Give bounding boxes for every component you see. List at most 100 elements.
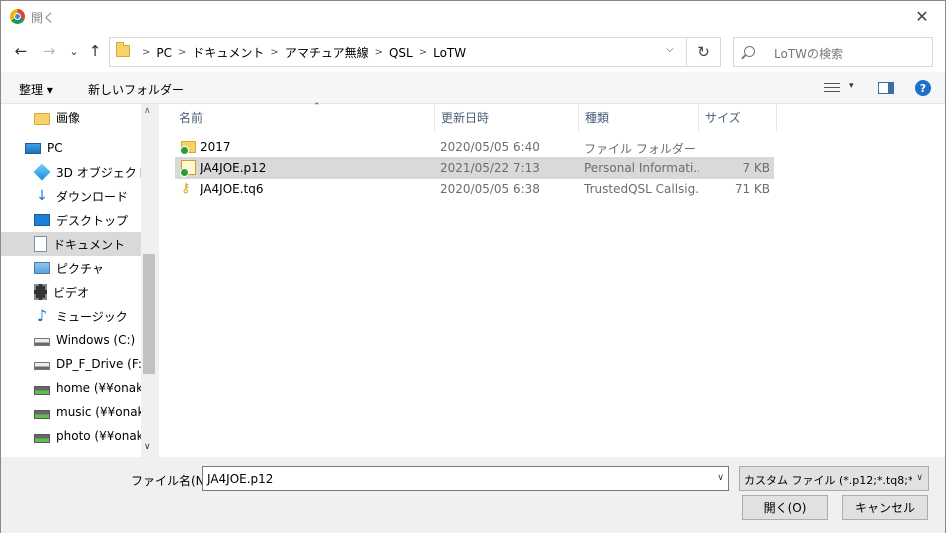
breadcrumb-separator: > <box>178 47 187 58</box>
pc-icon <box>25 142 41 154</box>
3d-objects-icon <box>33 163 51 181</box>
file-type: Personal Informati... <box>584 161 699 175</box>
dialog-footer: ファイル名(N): JA4JOE.p12 ∨ カスタム ファイル (*.p12;… <box>1 457 945 533</box>
chevron-down-icon[interactable]: ⌵ <box>666 44 674 55</box>
sidebar-item-label: 3D オブジェクト <box>56 165 141 180</box>
navigation-scrollbar[interactable]: ∧ ∨ <box>141 104 157 457</box>
scroll-up-icon[interactable]: ∧ <box>144 106 151 116</box>
breadcrumb-qsl[interactable]: QSL <box>389 46 413 60</box>
breadcrumb-lotw[interactable]: LoTW <box>433 46 466 60</box>
sidebar-item-home-share[interactable]: home (¥¥onaka_ <box>1 376 141 400</box>
breadcrumb-separator: > <box>270 47 279 58</box>
sidebar-item-dp-f-drive[interactable]: DP_F_Drive (F:) <box>1 352 141 376</box>
folder-icon <box>180 141 196 155</box>
view-dropdown-button[interactable]: ▾ <box>849 81 854 91</box>
recent-locations-button[interactable]: ⌄ <box>63 40 85 62</box>
documents-icon <box>34 236 47 252</box>
sidebar-item-label: Windows (C:) <box>56 333 136 347</box>
scrollbar-thumb[interactable] <box>143 254 155 374</box>
command-toolbar: 整理 ▾ 新しいフォルダー ▾ ? <box>1 72 945 104</box>
file-size: 7 KB <box>742 161 770 175</box>
sidebar-item-pictures-quick[interactable]: 画像 <box>1 105 141 129</box>
refresh-button[interactable]: ↻ <box>687 37 721 67</box>
file-row-ja4joe-tq6[interactable]: ⚷ JA4JOE.tq6 2020/05/05 6:38 TrustedQSL … <box>175 178 774 200</box>
navigation-bar: ← → ⌄ ↑ > PC > ドキュメント > アマチュア無線 > QSL > … <box>1 32 945 72</box>
sidebar-item-videos[interactable]: ビデオ <box>1 280 141 304</box>
sidebar-item-label: ミュージック <box>56 309 128 324</box>
key-icon: ⚷ <box>181 181 191 196</box>
breadcrumb-separator: > <box>374 47 383 58</box>
breadcrumb: > PC > ドキュメント > アマチュア無線 > QSL > LoTW <box>136 44 466 61</box>
sidebar-item-music[interactable]: ♪ ミュージック <box>1 304 141 328</box>
column-header-name[interactable]: 名前 ⌃ <box>173 102 435 131</box>
cancel-button[interactable]: キャンセル <box>842 495 928 520</box>
column-header-type[interactable]: 種類 <box>579 104 699 131</box>
dialog-title: 開く <box>31 11 56 25</box>
certificate-icon <box>180 160 196 177</box>
column-header-label: 種類 <box>585 111 610 125</box>
file-type: TrustedQSL Callsig... <box>584 182 699 196</box>
column-header-label: 名前 <box>179 111 204 125</box>
up-button[interactable]: ↑ <box>84 40 106 62</box>
sidebar-item-pc[interactable]: PC <box>1 136 141 160</box>
pictures-folder-icon <box>34 112 50 125</box>
address-bar[interactable]: > PC > ドキュメント > アマチュア無線 > QSL > LoTW ⌵ <box>109 37 687 67</box>
help-icon[interactable]: ? <box>915 80 931 96</box>
videos-icon <box>34 284 47 300</box>
network-drive-icon <box>34 433 50 443</box>
chevron-down-icon[interactable]: ∨ <box>717 473 724 483</box>
sidebar-item-label: music (¥¥onaka_ <box>56 405 141 419</box>
sync-ok-icon <box>180 146 189 155</box>
scroll-down-icon[interactable]: ∨ <box>144 442 151 452</box>
sync-ok-icon <box>180 168 189 177</box>
file-list: 名前 ⌃ 更新日時 種類 サイズ 2017 2020/05/05 6:40 ファ… <box>159 102 945 457</box>
sidebar-item-label: デスクトップ <box>56 213 129 228</box>
drive-icon <box>34 362 50 370</box>
file-row-ja4joe-p12[interactable]: JA4JOE.p12 2021/05/22 7:13 Personal Info… <box>175 157 774 179</box>
forward-button[interactable]: → <box>38 40 60 62</box>
sidebar-item-3d-objects[interactable]: 3D オブジェクト <box>1 160 141 184</box>
pictures-icon <box>34 262 50 274</box>
breadcrumb-documents[interactable]: ドキュメント <box>192 44 264 61</box>
filename-input[interactable]: JA4JOE.p12 ∨ <box>202 466 729 491</box>
file-size: 71 KB <box>734 182 770 196</box>
chrome-app-icon <box>10 9 25 24</box>
folder-icon <box>116 42 130 57</box>
file-type-filter[interactable]: カスタム ファイル (*.p12;*.tq8;*.tq6 ∨ <box>739 466 929 491</box>
desktop-icon <box>34 214 50 226</box>
column-header-date[interactable]: 更新日時 <box>435 104 579 131</box>
chevron-down-icon[interactable]: ∨ <box>916 473 923 483</box>
sidebar-item-photo-share[interactable]: photo (¥¥onaka_ <box>1 424 141 448</box>
close-button[interactable]: ✕ <box>899 1 945 32</box>
breadcrumb-pc[interactable]: PC <box>156 46 172 60</box>
back-button[interactable]: ← <box>10 40 32 62</box>
file-row-2017[interactable]: 2017 2020/05/05 6:40 ファイル フォルダー <box>175 136 774 158</box>
breadcrumb-amateur-radio[interactable]: アマチュア無線 <box>285 44 369 61</box>
sidebar-item-downloads[interactable]: ↓ ダウンロード <box>1 184 141 208</box>
sidebar-item-pictures[interactable]: ピクチャ <box>1 256 141 280</box>
column-header-size[interactable]: サイズ <box>699 104 777 131</box>
sidebar-item-music-share[interactable]: music (¥¥onaka_ <box>1 400 141 424</box>
navigation-pane: 画像 PC 3D オブジェクト ↓ ダウンロード デスクトップ ドキュメント ピ… <box>1 104 157 457</box>
breadcrumb-separator: > <box>418 47 428 58</box>
view-options-icon[interactable] <box>824 83 840 94</box>
sidebar-item-desktop[interactable]: デスクトップ <box>1 208 141 232</box>
filter-value: カスタム ファイル (*.p12;*.tq8;*.tq6 <box>744 474 912 487</box>
file-name: JA4JOE.p12 <box>200 161 267 175</box>
search-icon <box>744 46 755 57</box>
search-input[interactable]: LoTWの検索 <box>733 37 933 67</box>
organize-button[interactable]: 整理 ▾ <box>19 81 53 98</box>
file-type: ファイル フォルダー <box>584 142 696 156</box>
new-folder-button[interactable]: 新しいフォルダー <box>88 81 184 98</box>
sidebar-item-label: ドキュメント <box>53 237 126 252</box>
sidebar-item-windows-c[interactable]: Windows (C:) <box>1 328 141 352</box>
sidebar-item-label: ダウンロード <box>56 189 129 204</box>
network-drive-icon <box>34 385 50 395</box>
column-header-label: 更新日時 <box>441 111 490 125</box>
sidebar-item-label: ビデオ <box>53 285 90 300</box>
music-icon: ♪ <box>36 306 48 325</box>
open-button[interactable]: 開く(O) <box>742 495 828 520</box>
preview-pane-icon[interactable] <box>878 82 894 94</box>
sidebar-item-documents[interactable]: ドキュメント <box>1 232 141 256</box>
breadcrumb-separator: > <box>142 47 151 58</box>
